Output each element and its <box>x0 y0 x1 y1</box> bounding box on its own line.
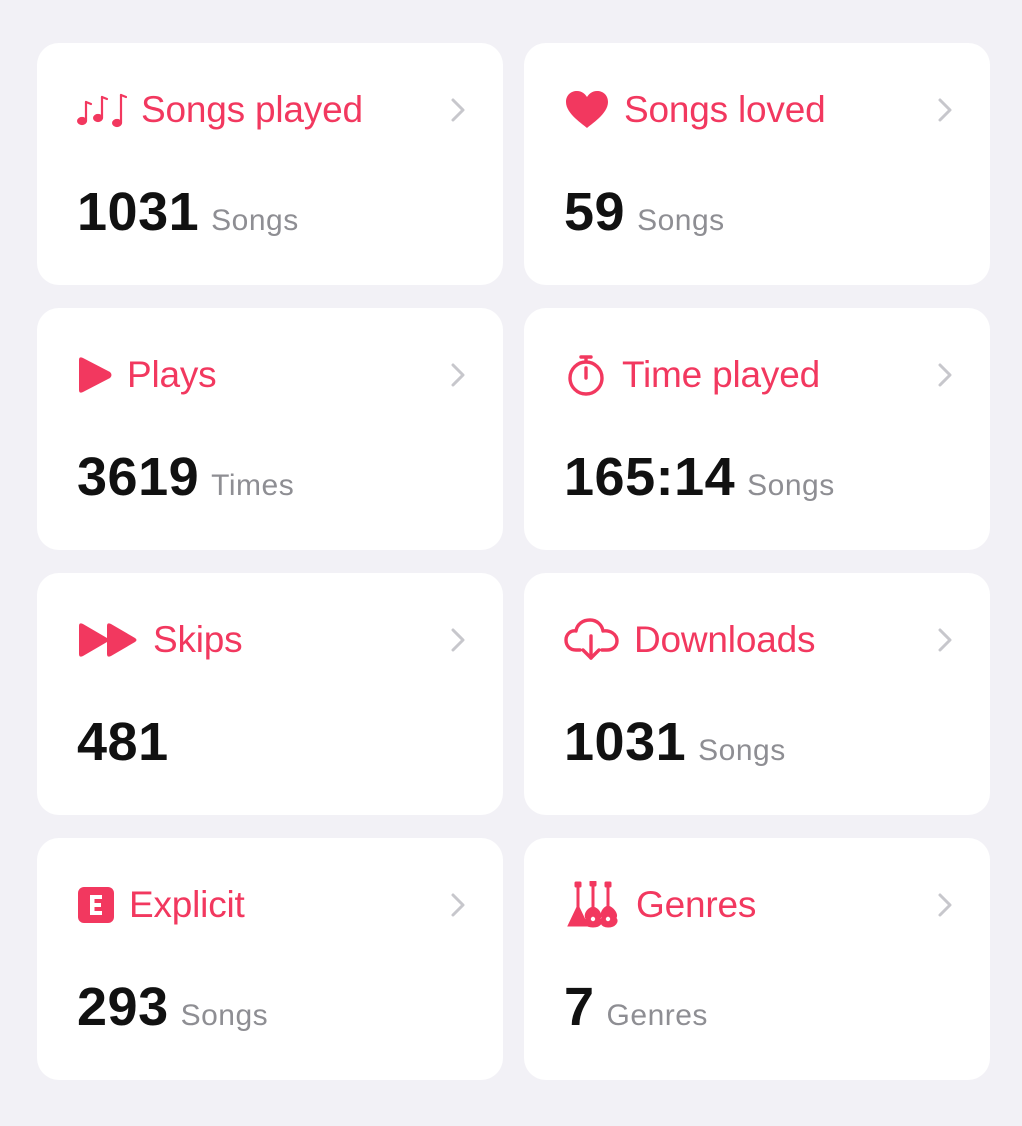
card-value-row: 59 Songs <box>564 181 725 243</box>
stat-card-explicit[interactable]: Explicit 293 Songs <box>37 838 503 1080</box>
stat-value: 59 <box>564 182 626 242</box>
stat-value: 481 <box>77 712 169 772</box>
card-value-row: 1031 Songs <box>77 181 299 243</box>
stat-value: 7 <box>564 977 595 1037</box>
chevron-right-icon <box>938 363 952 387</box>
card-header: Genres <box>564 880 960 930</box>
card-header: Songs played <box>77 85 473 135</box>
chevron-right-icon <box>938 893 952 917</box>
card-header: Songs loved <box>564 85 960 135</box>
card-value-row: 1031 Songs <box>564 711 786 773</box>
stat-value: 293 <box>77 977 169 1037</box>
heart-icon <box>564 90 610 130</box>
card-value-row: 3619 Times <box>77 446 294 508</box>
stat-value: 1031 <box>564 712 687 772</box>
stat-unit: Songs <box>211 204 299 237</box>
card-title: Plays <box>127 354 217 395</box>
stat-unit: Songs <box>637 204 725 237</box>
stat-unit: Songs <box>180 999 269 1032</box>
stat-card-skips[interactable]: Skips 481 <box>37 573 503 815</box>
stopwatch-icon <box>564 353 608 397</box>
chevron-right-icon <box>938 628 952 652</box>
guitars-icon <box>564 881 622 929</box>
chevron-right-icon <box>938 98 952 122</box>
chevron-right-icon <box>451 363 465 387</box>
explicit-badge-icon <box>77 886 115 924</box>
stat-card-plays[interactable]: Plays 3619 Times <box>37 308 503 550</box>
music-notes-icon <box>77 92 127 128</box>
card-header: Plays <box>77 350 473 400</box>
stat-unit: Songs <box>747 469 835 502</box>
card-value-row: 165:14 Songs <box>564 446 835 508</box>
card-title: Skips <box>153 619 243 660</box>
stat-card-downloads[interactable]: Downloads 1031 Songs <box>524 573 990 815</box>
card-title: Songs played <box>141 89 363 130</box>
stat-card-songs-loved[interactable]: Songs loved 59 Songs <box>524 43 990 285</box>
card-title: Time played <box>622 354 820 395</box>
stat-value: 1031 <box>77 182 200 242</box>
card-header: Time played <box>564 350 960 400</box>
card-header: Skips <box>77 615 473 665</box>
stat-card-songs-played[interactable]: Songs played 1031 Songs <box>37 43 503 285</box>
stat-unit: Times <box>211 469 295 502</box>
card-header: Downloads <box>564 615 960 665</box>
chevron-right-icon <box>451 98 465 122</box>
card-title: Genres <box>636 884 757 925</box>
stat-value: 165:14 <box>564 447 736 507</box>
fast-forward-icon <box>77 622 139 658</box>
chevron-right-icon <box>451 628 465 652</box>
stat-unit: Genres <box>606 999 708 1032</box>
card-title: Explicit <box>129 884 245 925</box>
card-value-row: 7 Genres <box>564 976 708 1038</box>
stat-card-time-played[interactable]: Time played 165:14 Songs <box>524 308 990 550</box>
card-header: Explicit <box>77 880 473 930</box>
card-title: Songs loved <box>624 89 826 130</box>
stat-unit: Songs <box>698 734 786 767</box>
card-value-row: 481 <box>77 711 181 773</box>
play-icon <box>77 356 113 394</box>
card-title: Downloads <box>634 619 816 660</box>
stat-card-genres[interactable]: Genres 7 Genres <box>524 838 990 1080</box>
cloud-download-icon <box>564 618 620 662</box>
chevron-right-icon <box>451 893 465 917</box>
stat-value: 3619 <box>77 447 200 507</box>
card-value-row: 293 Songs <box>77 976 268 1038</box>
